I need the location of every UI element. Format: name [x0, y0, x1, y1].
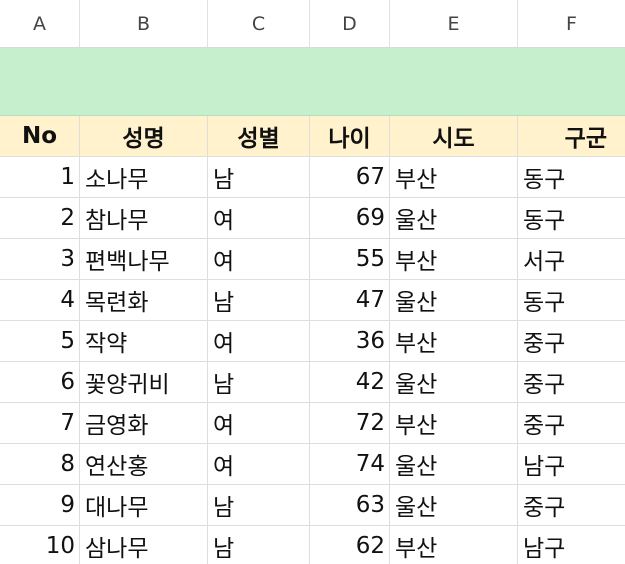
cell-gender[interactable]: 남: [208, 362, 310, 402]
table-row: 5 작약 여 36 부산 중구: [0, 321, 625, 362]
cell-city[interactable]: 부산: [390, 526, 518, 564]
cell-name[interactable]: 금영화: [80, 403, 208, 443]
column-header-d[interactable]: D: [310, 0, 390, 47]
cell-age[interactable]: 67: [310, 157, 390, 197]
table-row: 6 꽃양귀비 남 42 울산 중구: [0, 362, 625, 403]
cell-district[interactable]: 남구: [518, 444, 625, 484]
cell-district[interactable]: 동구: [518, 280, 625, 320]
cell-gender[interactable]: 남: [208, 485, 310, 525]
table-header-row: No 성명 성별 나이 시도 구군: [0, 116, 625, 157]
table-row: 9 대나무 남 63 울산 중구: [0, 485, 625, 526]
cell-name[interactable]: 목련화: [80, 280, 208, 320]
cell-name[interactable]: 대나무: [80, 485, 208, 525]
cell-gender[interactable]: 여: [208, 403, 310, 443]
cell-no[interactable]: 9: [0, 485, 80, 525]
table-row: 3 편백나무 여 55 부산 서구: [0, 239, 625, 280]
column-header-a[interactable]: A: [0, 0, 80, 47]
cell-age[interactable]: 36: [310, 321, 390, 361]
cell-gender[interactable]: 여: [208, 239, 310, 279]
cell-name[interactable]: 소나무: [80, 157, 208, 197]
cell-city[interactable]: 부산: [390, 157, 518, 197]
column-header-c[interactable]: C: [208, 0, 310, 47]
cell-no[interactable]: 7: [0, 403, 80, 443]
cell-gender[interactable]: 남: [208, 280, 310, 320]
table-row: 2 참나무 여 69 울산 동구: [0, 198, 625, 239]
cell-district[interactable]: 중구: [518, 321, 625, 361]
cell-no[interactable]: 3: [0, 239, 80, 279]
cell-name[interactable]: 참나무: [80, 198, 208, 238]
cell-age[interactable]: 42: [310, 362, 390, 402]
cell-gender[interactable]: 남: [208, 526, 310, 564]
spreadsheet-grid: A B C D E F No 성명 성별 나이 시도 구군 1 소나무 남 67 부산 동…: [0, 0, 625, 564]
cell-district[interactable]: 중구: [518, 362, 625, 402]
cell-gender[interactable]: 남: [208, 157, 310, 197]
header-district[interactable]: 구군: [518, 116, 625, 156]
cell-gender[interactable]: 여: [208, 321, 310, 361]
column-header-b[interactable]: B: [80, 0, 208, 47]
cell-district[interactable]: 동구: [518, 157, 625, 197]
cell-district[interactable]: 서구: [518, 239, 625, 279]
cell-age[interactable]: 47: [310, 280, 390, 320]
cell-no[interactable]: 4: [0, 280, 80, 320]
header-city[interactable]: 시도: [390, 116, 518, 156]
header-no[interactable]: No: [0, 116, 80, 156]
cell-gender[interactable]: 여: [208, 198, 310, 238]
header-gender[interactable]: 성별: [208, 116, 310, 156]
cell-city[interactable]: 부산: [390, 321, 518, 361]
table-row: 10 삼나무 남 62 부산 남구: [0, 526, 625, 564]
title-banner-cell[interactable]: [0, 48, 625, 116]
cell-city[interactable]: 부산: [390, 403, 518, 443]
header-age[interactable]: 나이: [310, 116, 390, 156]
cell-age[interactable]: 63: [310, 485, 390, 525]
table-row: 4 목련화 남 47 울산 동구: [0, 280, 625, 321]
cell-no[interactable]: 10: [0, 526, 80, 564]
cell-city[interactable]: 울산: [390, 485, 518, 525]
cell-district[interactable]: 남구: [518, 526, 625, 564]
cell-age[interactable]: 69: [310, 198, 390, 238]
cell-no[interactable]: 2: [0, 198, 80, 238]
table-row: 8 연산홍 여 74 울산 남구: [0, 444, 625, 485]
column-header-bar: A B C D E F: [0, 0, 625, 48]
cell-age[interactable]: 62: [310, 526, 390, 564]
table-row: 1 소나무 남 67 부산 동구: [0, 157, 625, 198]
cell-gender[interactable]: 여: [208, 444, 310, 484]
cell-name[interactable]: 삼나무: [80, 526, 208, 564]
cell-no[interactable]: 5: [0, 321, 80, 361]
cell-district[interactable]: 동구: [518, 198, 625, 238]
cell-name[interactable]: 작약: [80, 321, 208, 361]
cell-city[interactable]: 울산: [390, 198, 518, 238]
cell-no[interactable]: 6: [0, 362, 80, 402]
cell-name[interactable]: 꽃양귀비: [80, 362, 208, 402]
cell-district[interactable]: 중구: [518, 485, 625, 525]
header-name[interactable]: 성명: [80, 116, 208, 156]
cell-no[interactable]: 1: [0, 157, 80, 197]
table-row: 7 금영화 여 72 부산 중구: [0, 403, 625, 444]
cell-age[interactable]: 74: [310, 444, 390, 484]
cell-city[interactable]: 울산: [390, 362, 518, 402]
cell-age[interactable]: 72: [310, 403, 390, 443]
cell-name[interactable]: 편백나무: [80, 239, 208, 279]
cell-district[interactable]: 중구: [518, 403, 625, 443]
cell-no[interactable]: 8: [0, 444, 80, 484]
cell-name[interactable]: 연산홍: [80, 444, 208, 484]
column-header-e[interactable]: E: [390, 0, 518, 47]
cell-age[interactable]: 55: [310, 239, 390, 279]
column-header-f[interactable]: F: [518, 0, 625, 47]
cell-city[interactable]: 부산: [390, 239, 518, 279]
cell-city[interactable]: 울산: [390, 280, 518, 320]
cell-city[interactable]: 울산: [390, 444, 518, 484]
